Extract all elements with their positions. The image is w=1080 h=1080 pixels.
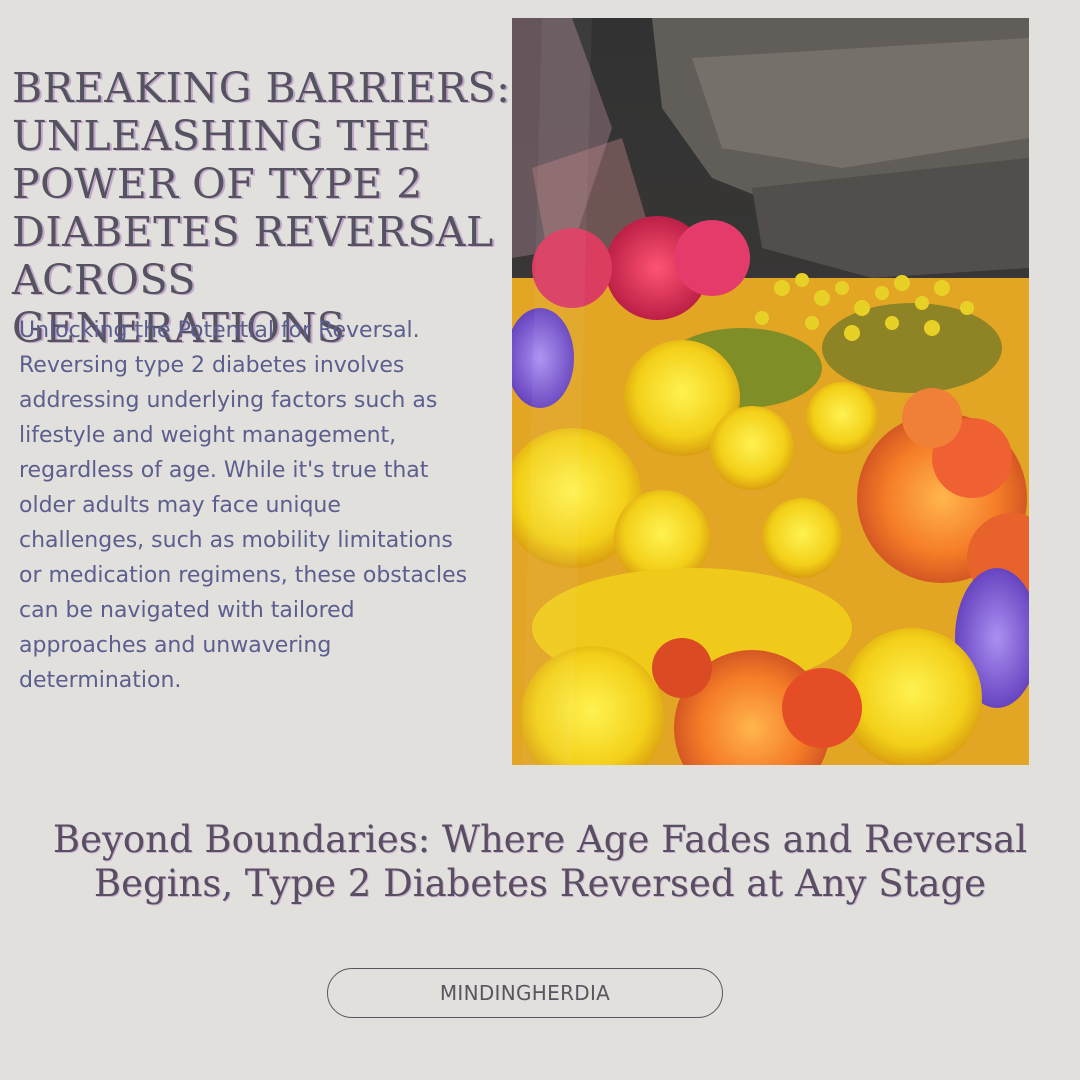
flower-bouquet-photo (512, 18, 1029, 765)
flower-bouquet-illustration (512, 18, 1029, 765)
brand-pill[interactable]: MINDINGHERDIA (327, 968, 723, 1018)
headline: BREAKING BARRIERS: UNLEASHING THE POWER … (12, 64, 511, 352)
body-paragraph: Unlocking the Potential for Reversal. Re… (19, 318, 468, 693)
brand-label: MINDINGHERDIA (439, 981, 611, 1005)
tagline: Beyond Boundaries: Where Age Fades and R… (52, 818, 1028, 905)
